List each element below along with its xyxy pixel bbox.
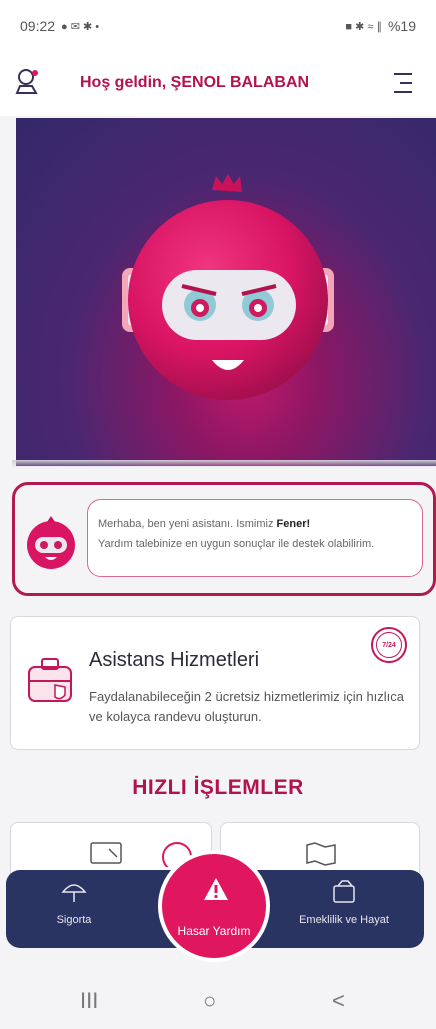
24-7-badge-icon: 7/24 xyxy=(371,627,407,663)
hero-banner xyxy=(16,118,436,466)
hasar-yardim-button[interactable]: Hasar Yardım xyxy=(158,850,270,962)
wallet-icon xyxy=(333,880,355,903)
nav-sigorta-label: Sigorta xyxy=(56,914,92,926)
profile-icon[interactable] xyxy=(12,66,42,96)
back-button[interactable]: < xyxy=(332,988,345,1014)
document-icon xyxy=(90,842,122,864)
toolbox-shield-icon xyxy=(28,658,72,702)
map-icon xyxy=(306,842,336,866)
system-nav-bar: III ○ < xyxy=(0,972,436,1029)
24-7-badge-text: 7/24 xyxy=(376,632,402,658)
notification-icons: ● ✉ ✱ • xyxy=(61,20,100,33)
assistant-avatar-icon xyxy=(27,516,75,569)
assistant-greeting-card[interactable]: Merhaba, ben yeni asistanı. Ismimiz Fene… xyxy=(12,482,436,596)
asistans-title: Asistans Hizmetleri xyxy=(89,649,260,671)
hasar-yardim-label: Hasar Yardım xyxy=(177,924,251,938)
assistant-name: Fener! xyxy=(276,518,311,530)
asistans-description: Faydalanabileceğin 2 ücretsiz hizmetleri… xyxy=(89,689,405,724)
status-time: 09:22 xyxy=(20,18,56,34)
system-status-icons: ■ ✱ ≈ ∥ xyxy=(345,20,382,33)
hero-shadow xyxy=(12,460,436,468)
menu-icon[interactable] xyxy=(392,70,414,96)
nav-sigorta[interactable]: Sigorta xyxy=(14,878,134,926)
nav-emeklilik[interactable]: Emeklilik ve Hayat xyxy=(284,878,404,926)
quick-actions-title: HIZLI İŞLEMLER xyxy=(132,776,304,799)
home-button[interactable]: ○ xyxy=(203,988,216,1014)
app-header: Hoş geldin, ŞENOL BALABAN xyxy=(0,52,436,116)
warning-icon xyxy=(204,878,228,900)
recent-apps-button[interactable]: III xyxy=(80,988,98,1014)
umbrella-icon xyxy=(61,884,87,902)
assistant-message-line2: Yardım talebinize en uygun sonuçlar ile … xyxy=(98,538,375,550)
asistans-services-card[interactable]: Asistans Hizmetleri Faydalanabileceğin 2… xyxy=(10,616,420,750)
robot-mascot-image xyxy=(122,174,334,400)
welcome-text: Hoş geldin, ŞENOL BALABAN xyxy=(80,74,310,91)
battery-level: %19 xyxy=(387,18,416,34)
assistant-message-line1: Merhaba, ben yeni asistanı. Ismimiz xyxy=(98,518,277,530)
status-bar: 09:22 ● ✉ ✱ • ■ ✱ ≈ ∥ %19 xyxy=(0,0,436,52)
nav-emeklilik-label: Emeklilik ve Hayat xyxy=(299,914,389,926)
assistant-message: Merhaba, ben yeni asistanı. Ismimiz Fene… xyxy=(87,499,423,577)
